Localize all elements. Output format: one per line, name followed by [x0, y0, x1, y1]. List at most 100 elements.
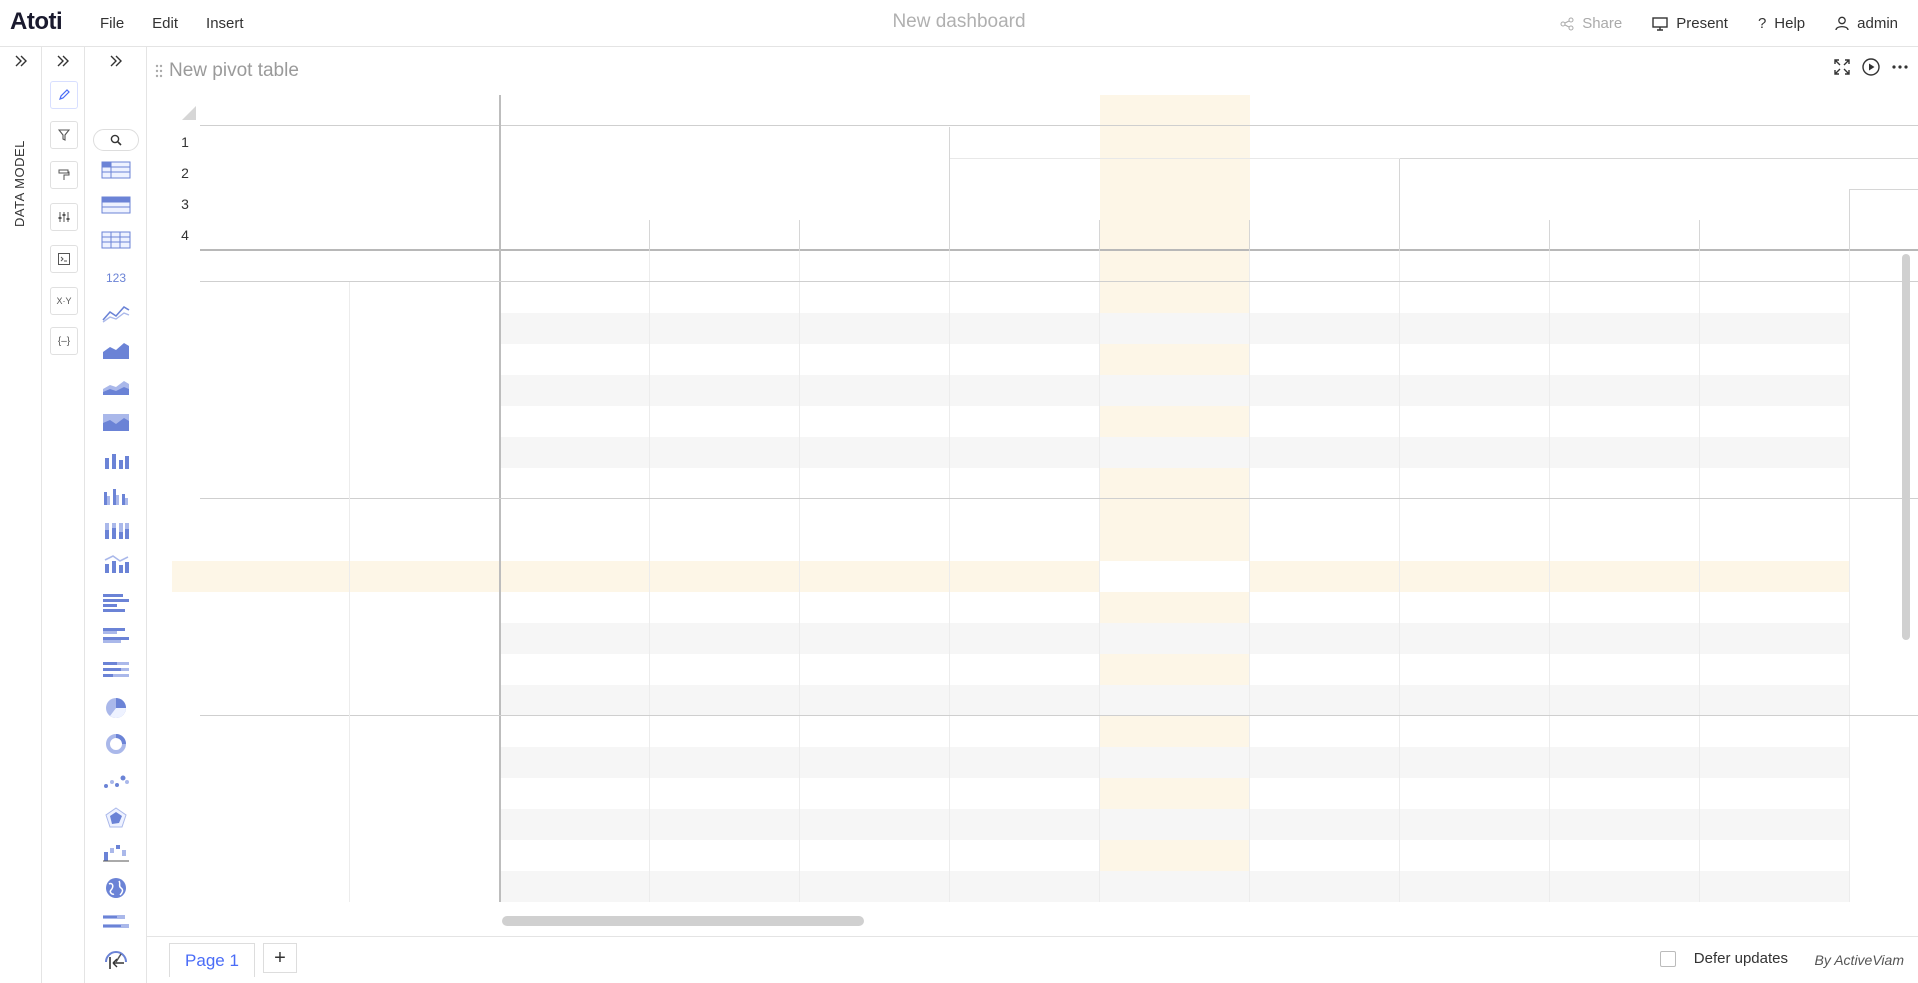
value-cell[interactable] [1250, 778, 1400, 809]
value-cell[interactable] [1550, 623, 1700, 654]
value-cell[interactable] [800, 623, 950, 654]
value-cell[interactable] [1100, 561, 1250, 592]
value-cell[interactable] [1550, 809, 1700, 840]
value-cell[interactable] [1250, 282, 1400, 313]
row-number[interactable] [172, 344, 198, 375]
measure-header[interactable] [1550, 220, 1700, 251]
value-cell[interactable] [1700, 530, 1850, 561]
value-cell[interactable] [1400, 375, 1550, 406]
value-cell[interactable] [1400, 623, 1550, 654]
column-header-f[interactable] [950, 95, 1100, 125]
value-cell[interactable] [500, 685, 650, 716]
row-number[interactable]: 1 [172, 127, 198, 158]
value-cell[interactable] [500, 840, 650, 871]
value-cell[interactable] [800, 840, 950, 871]
value-cell[interactable] [800, 747, 950, 778]
row-number[interactable] [172, 561, 198, 592]
value-cell[interactable] [1100, 809, 1250, 840]
value-cell[interactable] [1250, 251, 1400, 282]
value-cell[interactable] [1400, 809, 1550, 840]
value-cell[interactable] [1700, 375, 1850, 406]
value-cell[interactable] [800, 437, 950, 468]
column-header-c[interactable] [500, 95, 650, 125]
value-cell[interactable] [500, 654, 650, 685]
column-header-k[interactable] [1700, 95, 1850, 125]
row-number[interactable]: 3 [172, 189, 198, 220]
row-member-city[interactable] [200, 282, 350, 313]
value-cell[interactable] [1400, 282, 1550, 313]
value-cell[interactable] [500, 282, 650, 313]
row-number[interactable] [172, 406, 198, 437]
value-cell[interactable] [1100, 282, 1250, 313]
row-number[interactable] [172, 871, 198, 902]
value-cell[interactable] [650, 251, 800, 282]
value-cell[interactable] [1700, 778, 1850, 809]
row-number[interactable] [172, 499, 198, 530]
row-member-currency[interactable] [350, 623, 500, 654]
value-cell[interactable] [800, 499, 950, 530]
row-member-currency[interactable] [350, 685, 500, 716]
value-cell[interactable] [500, 468, 650, 499]
row-member-currency[interactable] [350, 313, 500, 344]
value-cell[interactable] [1400, 654, 1550, 685]
value-cell[interactable] [650, 716, 800, 747]
value-cell[interactable] [650, 282, 800, 313]
value-cell[interactable] [1400, 716, 1550, 747]
value-cell[interactable] [650, 685, 800, 716]
value-cell[interactable] [1400, 499, 1550, 530]
value-cell[interactable] [500, 561, 650, 592]
value-cell[interactable] [800, 809, 950, 840]
measure-header[interactable] [650, 220, 800, 251]
value-cell[interactable] [950, 871, 1100, 902]
value-cell[interactable] [1400, 251, 1550, 282]
value-cell[interactable] [500, 623, 650, 654]
column-header-j[interactable] [1550, 95, 1700, 125]
value-cell[interactable] [650, 437, 800, 468]
value-cell[interactable] [1250, 437, 1400, 468]
value-cell[interactable] [1400, 530, 1550, 561]
row-number[interactable] [172, 468, 198, 499]
column-header-i[interactable] [1400, 95, 1550, 125]
value-cell[interactable] [650, 871, 800, 902]
row-number[interactable] [172, 592, 198, 623]
value-cell[interactable] [1100, 840, 1250, 871]
value-cell[interactable] [800, 468, 950, 499]
row-header-currency[interactable] [350, 127, 500, 158]
measure-header[interactable] [950, 220, 1100, 251]
value-cell[interactable] [1550, 685, 1700, 716]
row-number[interactable] [172, 375, 198, 406]
row-member-currency[interactable] [350, 530, 500, 561]
value-cell[interactable] [1250, 344, 1400, 375]
value-cell[interactable] [500, 313, 650, 344]
column-header-h[interactable] [1250, 95, 1400, 125]
value-cell[interactable] [950, 313, 1100, 344]
value-cell[interactable] [950, 778, 1100, 809]
defer-updates-checkbox[interactable] [1659, 950, 1676, 967]
row-member-city[interactable] [200, 499, 350, 530]
value-cell[interactable] [1700, 561, 1850, 592]
value-cell[interactable] [1550, 406, 1700, 437]
value-cell[interactable] [500, 251, 650, 282]
row-number[interactable]: 2 [172, 158, 198, 189]
value-cell[interactable] [1250, 313, 1400, 344]
column-header-d[interactable] [650, 95, 800, 125]
value-cell[interactable] [1250, 716, 1400, 747]
value-cell[interactable] [1550, 530, 1700, 561]
value-cell[interactable] [1100, 344, 1250, 375]
add-page-button[interactable]: + [263, 943, 297, 973]
row-number[interactable] [172, 716, 198, 747]
value-cell[interactable] [1550, 344, 1700, 375]
value-cell[interactable] [1400, 468, 1550, 499]
row-member-currency[interactable] [350, 375, 500, 406]
value-cell[interactable] [500, 375, 650, 406]
row-member-currency[interactable] [350, 499, 500, 530]
row-number[interactable] [172, 437, 198, 468]
value-cell[interactable] [1700, 623, 1850, 654]
value-cell[interactable] [1100, 747, 1250, 778]
value-cell[interactable] [1550, 499, 1700, 530]
value-cell[interactable] [1100, 406, 1250, 437]
column-member-desk[interactable] [1850, 189, 1918, 220]
row-member-currency[interactable] [350, 437, 500, 468]
value-cell[interactable] [1700, 344, 1850, 375]
value-cell[interactable] [1700, 499, 1850, 530]
